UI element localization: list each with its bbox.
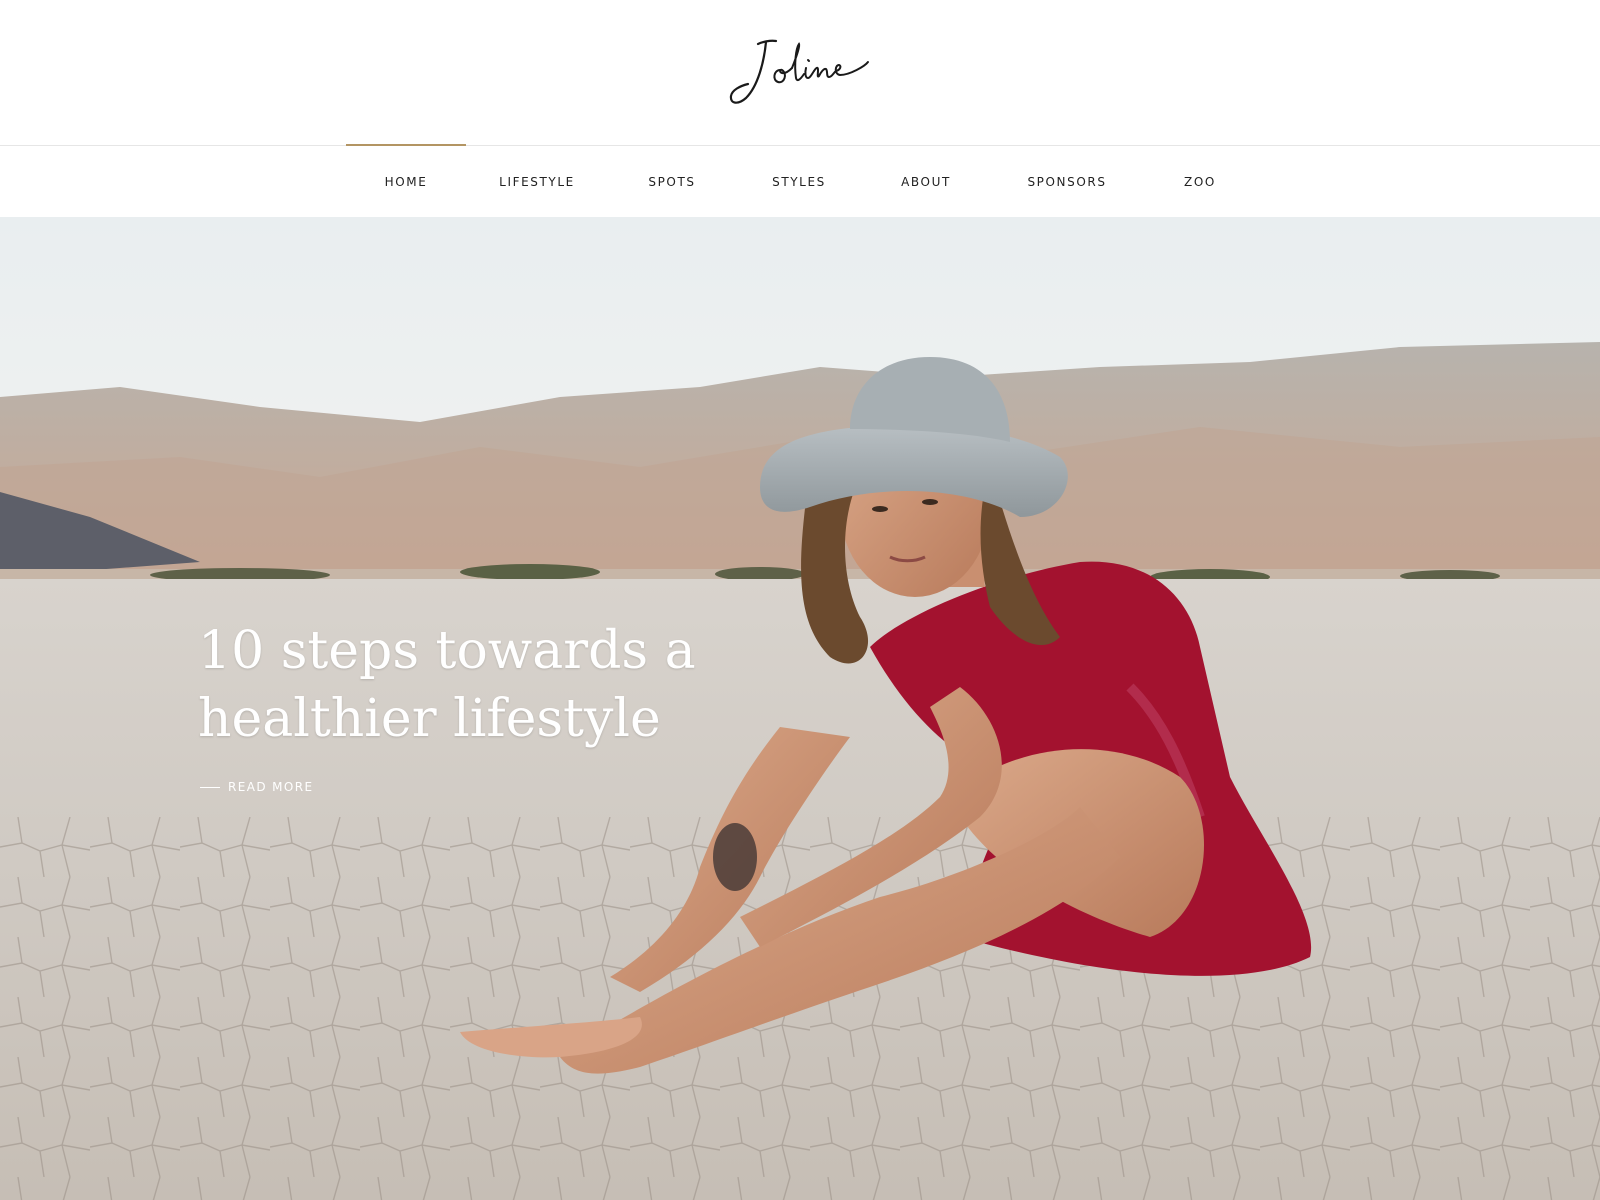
main-navigation: HOME LIFESTYLE SPOTS STYLES ABOUT SPONSO… — [0, 144, 1600, 217]
hero-title[interactable]: 10 steps towards a healthier lifestyle — [198, 617, 718, 753]
nav-item-styles[interactable]: STYLES — [755, 146, 843, 217]
site-header — [0, 0, 1600, 146]
nav-item-sponsors[interactable]: SPONSORS — [1010, 146, 1124, 217]
nav-item-lifestyle[interactable]: LIFESTYLE — [485, 146, 589, 217]
hero-title-line-1: 10 steps towards a — [198, 621, 696, 681]
site-logo[interactable] — [700, 28, 900, 118]
logo-signature — [729, 39, 869, 104]
hero-title-line-2: healthier lifestyle — [198, 689, 661, 749]
read-more-link[interactable]: READ MORE — [200, 779, 314, 795]
nav-item-spots[interactable]: SPOTS — [630, 146, 714, 217]
nav-item-about[interactable]: ABOUT — [880, 146, 972, 217]
nav-item-zoo[interactable]: ZOO — [1164, 146, 1236, 217]
hero-banner[interactable]: 10 steps towards a healthier lifestyle R… — [0, 217, 1600, 1200]
read-more-label: READ MORE — [228, 780, 314, 794]
nav-item-home[interactable]: HOME — [346, 144, 466, 217]
read-more-dash — [200, 786, 220, 788]
